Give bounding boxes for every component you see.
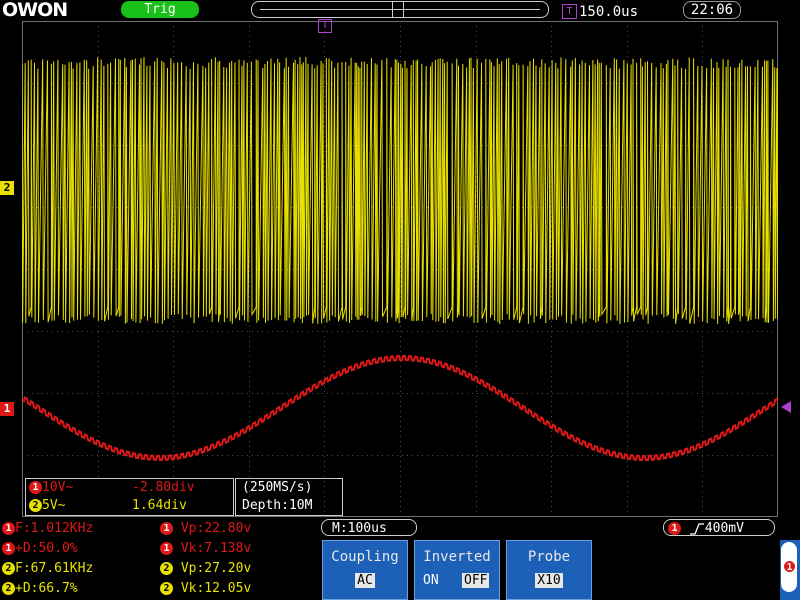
ch1-dot-icon: 1	[29, 481, 42, 494]
trigger-position-marker[interactable]: T	[318, 19, 332, 33]
record-depth: Depth:10M	[242, 498, 313, 513]
ch2-dot-icon: 2	[29, 499, 42, 512]
coupling-title: Coupling	[331, 549, 399, 565]
meas-ch1-freq: 1 F:1.012KHz	[2, 519, 93, 538]
ch2-dot-icon: 2	[2, 582, 15, 595]
ch1-offset: -2.80div	[132, 480, 195, 495]
probe-value: X10	[535, 573, 563, 588]
coupling-value: AC	[355, 573, 375, 588]
waveform-display	[22, 21, 778, 517]
meas-ch2-vp: 2 Vp:27.20v	[160, 559, 251, 578]
clock: 22:06	[683, 1, 741, 19]
ch1-scale-row: 1 10V~ -2.80div	[29, 480, 195, 496]
coupling-value-wrap: AC	[323, 572, 407, 589]
measurement-panel: 1 F:1.012KHz 1 Vp:22.80v 1 +D:50.0% 1 Vk:7…	[0, 518, 316, 600]
ch2-dot-icon: 2	[2, 562, 15, 575]
trigger-position-readout: T 150.0us	[562, 1, 638, 20]
owon-logo: OWON	[2, 0, 68, 21]
meas-ch2-vk: 2 Vk:12.05v	[160, 579, 251, 598]
meas-ch2-duty: 2 +D:66.7%	[2, 579, 78, 598]
channel-scale-box: 1 10V~ -2.80div 2 5V~ 1.64div	[25, 478, 234, 516]
meas-ch1-vk: 1 Vk:7.138v	[160, 539, 251, 558]
memory-window-indicator	[392, 2, 404, 17]
ch2-dot-icon: 2	[160, 562, 173, 575]
ch1-dot-icon: 1	[160, 542, 173, 555]
ch2-offset: 1.64div	[132, 498, 187, 513]
trigger-status-badge: Trig	[121, 1, 199, 18]
ch2-volts-div: 5V~	[42, 498, 66, 513]
ch2-offset-marker[interactable]: 2	[0, 181, 14, 195]
ch2-waveform	[22, 56, 778, 325]
probe-value-wrap: X10	[507, 572, 591, 589]
ch1-dot-icon: 1	[2, 522, 15, 535]
trigger-info: 1 400mV	[663, 519, 775, 536]
menu-scrollbar[interactable]: 1	[780, 540, 800, 600]
trigger-t-icon: T	[562, 4, 577, 19]
probe-menu-button[interactable]: Probe X10	[506, 540, 592, 600]
trigger-source-dot-icon: 1	[668, 522, 681, 535]
ch2-scale-row: 2 5V~ 1.64div	[29, 498, 187, 514]
ch1-dot-icon: 1	[2, 542, 15, 555]
ch1-dot-icon: 1	[160, 522, 173, 535]
trigger-level: 400mV	[704, 521, 744, 536]
rising-edge-icon	[689, 522, 704, 535]
meas-ch1-vp: 1 Vp:22.80v	[160, 519, 251, 538]
probe-title: Probe	[527, 549, 571, 565]
inverted-on-option[interactable]: ON	[423, 572, 439, 589]
ch1-offset-marker[interactable]: 1	[0, 402, 14, 416]
sample-rate: (250MS/s)	[242, 480, 313, 495]
coupling-menu-button[interactable]: Coupling AC	[322, 540, 408, 600]
acquisition-box: (250MS/s) Depth:10M	[235, 478, 343, 516]
meas-ch1-duty: 1 +D:50.0%	[2, 539, 78, 558]
ch1-volts-div: 10V~	[42, 480, 74, 495]
memory-position-bar	[251, 1, 549, 18]
inverted-menu-button[interactable]: Inverted ON OFF	[414, 540, 500, 600]
trigger-level-arrow-icon[interactable]	[781, 401, 791, 413]
top-bar: OWON Trig T 150.0us 22:06	[0, 0, 800, 21]
meas-ch2-freq: 2 F:67.61KHz	[2, 559, 93, 578]
inverted-off-option[interactable]: OFF	[462, 572, 490, 589]
channel-menu: Coupling AC Inverted ON OFF Probe X10	[318, 540, 780, 600]
scroll-channel-dot-icon: 1	[784, 561, 795, 573]
ch2-dot-icon: 2	[160, 582, 173, 595]
inverted-title: Inverted	[423, 549, 491, 565]
timebase-readout: M:100us	[321, 519, 417, 536]
scroll-thumb[interactable]: 1	[781, 542, 797, 592]
trigger-position-value: 150.0us	[579, 3, 639, 20]
